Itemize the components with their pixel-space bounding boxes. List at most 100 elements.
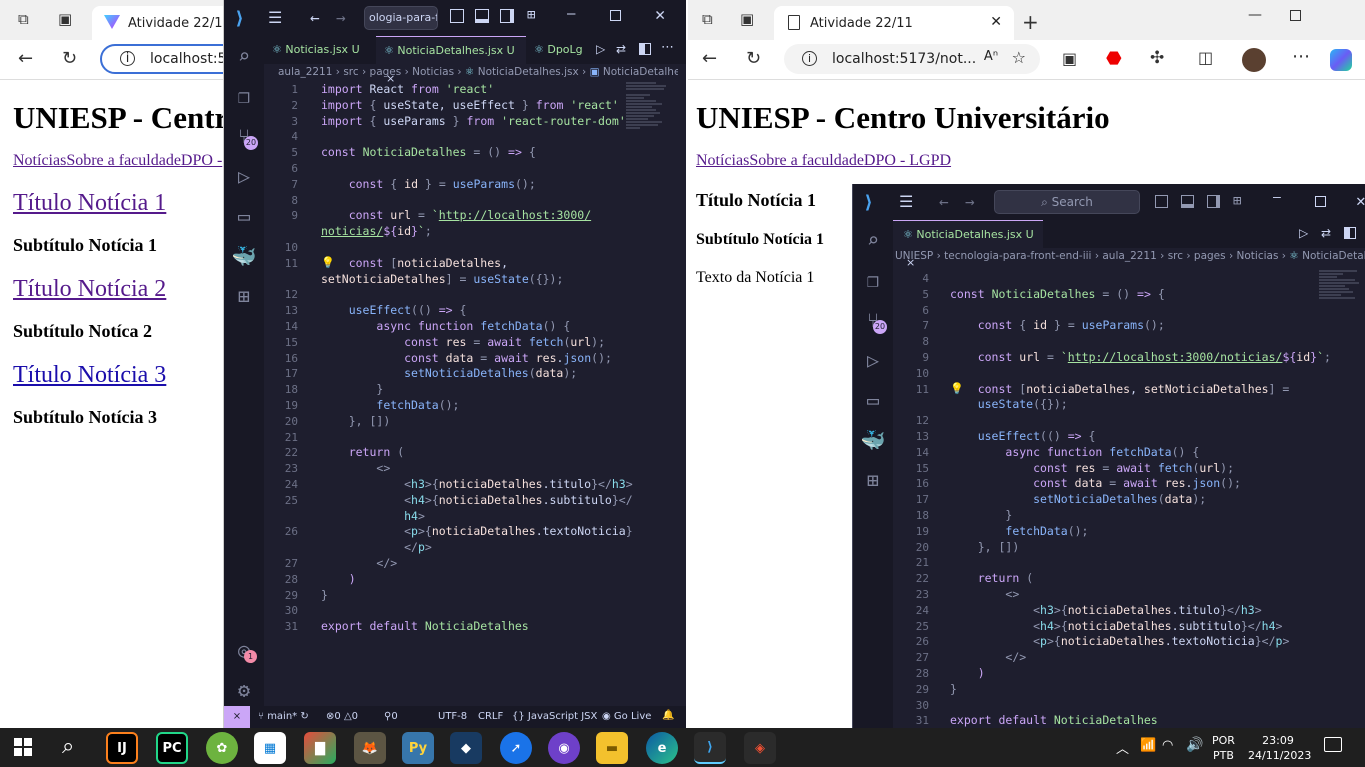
toggle-panel-icon[interactable] xyxy=(1181,195,1194,208)
extensions-icon[interactable]: ⊞ xyxy=(853,468,893,492)
left-news-title-2[interactable]: Título Notícia 2 xyxy=(13,276,223,303)
minimap[interactable] xyxy=(1319,270,1365,324)
microsoft-store-icon[interactable]: ▦ xyxy=(254,732,286,764)
git-kraken-icon[interactable]: ◈ xyxy=(744,732,776,764)
explorer-search-icon[interactable]: ⌕ xyxy=(853,228,893,252)
run-file-icon[interactable]: ▷ xyxy=(596,42,605,56)
close-window-icon[interactable]: ✕ xyxy=(1356,191,1365,210)
nav-forward-icon[interactable]: → xyxy=(965,192,975,211)
settings-gear-icon[interactable]: ⚙ xyxy=(224,678,264,702)
spring-icon[interactable]: ✿ xyxy=(206,732,238,764)
remote-explorer-icon[interactable]: ▭ xyxy=(224,204,264,228)
extensions-icon[interactable]: ⊞ xyxy=(224,284,264,308)
command-search-field[interactable]: ologia-para-fro xyxy=(364,6,438,30)
speedtest-icon[interactable]: ➚ xyxy=(500,732,532,764)
minimize-icon[interactable]: — xyxy=(1273,190,1281,205)
breadcrumb-item[interactable]: NoticiaDetalhes.jsx xyxy=(478,66,579,78)
extensions-icon[interactable]: ✣ xyxy=(1150,50,1164,67)
breadcrumb-item[interactable]: pages xyxy=(370,66,402,78)
intellij-icon[interactable]: IJ xyxy=(106,732,138,764)
toggle-panel-icon[interactable] xyxy=(475,9,489,23)
left-nav-links[interactable]: NotíciasSobre a faculdadeDPO - xyxy=(13,152,223,170)
edge-icon[interactable]: e xyxy=(646,732,678,764)
breadcrumb-item[interactable]: UNIESP xyxy=(895,250,933,262)
right-nav-links[interactable]: NotíciasSobre a faculdadeDPO - LGPD xyxy=(696,152,1356,170)
right-browser-tab[interactable]: Atividade 22/11 ✕ xyxy=(774,6,1014,40)
notifications-icon[interactable] xyxy=(1324,737,1342,752)
breadcrumb-item[interactable]: tecnologia-para-front-end-iii xyxy=(944,250,1091,262)
layout-icon[interactable]: ⊞ xyxy=(527,7,535,23)
run-file-icon[interactable]: ▷ xyxy=(1299,226,1308,240)
gimp-icon[interactable]: 🦊 xyxy=(354,732,386,764)
breadcrumb-item[interactable]: aula_2211 xyxy=(1102,250,1156,262)
nav-back-icon[interactable]: ← xyxy=(310,8,320,27)
search-icon[interactable]: ⌕ xyxy=(62,734,74,759)
vscode-left-editor[interactable]: 1 2 3 4 5 6 7 8 9 10 11 12 13 14 15 16 17 18 19 20 21 22 23 24 2… xyxy=(264,82,686,706)
clock[interactable]: 23:09 24/11/2023 xyxy=(1248,733,1311,763)
maximize-icon[interactable] xyxy=(1315,196,1326,207)
vscode-taskbar-icon[interactable]: ⟩ xyxy=(694,732,726,764)
eol-status[interactable]: CRLF xyxy=(478,711,503,722)
breadcrumb-item[interactable]: Noticias xyxy=(412,66,454,78)
minimize-icon[interactable]: — xyxy=(567,6,575,22)
office-icon[interactable]: ▇ xyxy=(304,732,336,764)
files-icon[interactable]: ❐ xyxy=(224,84,264,108)
read-aloud-icon[interactable]: Aⁿ xyxy=(984,49,998,64)
remote-explorer-icon[interactable]: ▭ xyxy=(853,388,893,412)
compare-changes-icon[interactable]: ⇄ xyxy=(616,42,626,56)
input-language[interactable]: POR PTB xyxy=(1212,733,1235,763)
tab-noticia-detalhes[interactable]: ⚛ NoticiaDetalhes.jsx U × xyxy=(376,36,526,85)
extension-game-icon[interactable]: ▣ xyxy=(1062,51,1077,67)
toggle-secondary-icon[interactable] xyxy=(500,9,514,23)
favorite-star-icon[interactable]: ☆ xyxy=(1012,48,1026,67)
nav-back-icon[interactable]: ← xyxy=(939,192,949,211)
toggle-secondary-icon[interactable] xyxy=(1207,195,1220,208)
breadcrumb-item[interactable]: aula_2211 xyxy=(278,66,332,78)
left-news-title-3[interactable]: Título Notícia 3 xyxy=(13,362,223,389)
docker-icon[interactable]: 🐳 xyxy=(853,428,893,452)
show-hidden-icons-icon[interactable]: ︿ xyxy=(1116,738,1129,757)
toggle-sidebar-icon[interactable] xyxy=(450,9,464,23)
toggle-sidebar-icon[interactable] xyxy=(1155,195,1168,208)
refresh-icon[interactable]: ↻ xyxy=(746,50,761,68)
tab-close-icon[interactable]: ✕ xyxy=(990,14,1002,30)
left-url-field[interactable]: i localhost:51 xyxy=(100,44,223,74)
run-debug-icon[interactable]: ▷ xyxy=(853,348,893,372)
volume-icon[interactable]: 🔊 xyxy=(1186,737,1203,753)
profile-avatar[interactable] xyxy=(1242,48,1266,72)
minimap[interactable] xyxy=(626,82,676,152)
network-icon[interactable]: 📶 xyxy=(1140,738,1156,753)
back-icon[interactable]: ← xyxy=(702,50,717,68)
docker-icon[interactable]: 🐳 xyxy=(224,244,264,268)
encoding-status[interactable]: UTF-8 xyxy=(438,711,467,722)
python-icon[interactable]: Py xyxy=(402,732,434,764)
menu-icon[interactable]: ☰ xyxy=(899,192,913,211)
more-actions-icon[interactable]: ⋯ xyxy=(661,40,674,55)
more-menu-icon[interactable]: ⋯ xyxy=(1292,48,1310,66)
new-tab-icon[interactable]: + xyxy=(1022,12,1039,32)
explorer-search-icon[interactable]: ⌕ xyxy=(224,44,264,68)
compare-changes-icon[interactable]: ⇄ xyxy=(1321,226,1331,240)
copilot-icon[interactable] xyxy=(1330,49,1352,71)
tab-actions-icon[interactable]: ▣ xyxy=(58,12,72,27)
restore-icon[interactable] xyxy=(1290,10,1301,21)
golive-status[interactable]: ◉ Go Live xyxy=(602,711,651,722)
command-search-field[interactable]: ⌕ Search xyxy=(994,190,1140,214)
split-editor-icon[interactable] xyxy=(1344,227,1356,239)
file-explorer-icon[interactable]: ▬ xyxy=(596,732,628,764)
refresh-icon[interactable]: ↻ xyxy=(62,50,77,68)
split-editor-icon[interactable] xyxy=(639,43,651,55)
start-windows-icon[interactable] xyxy=(14,738,32,756)
tab-dpolg[interactable]: ⚛ DpoLg xyxy=(526,36,592,64)
adblock-icon[interactable]: ⬣ xyxy=(1106,50,1122,68)
breadcrumb-item[interactable]: NoticiaDetalhes xyxy=(1302,250,1365,262)
language-status[interactable]: {} JavaScript JSX xyxy=(512,711,597,722)
minimize-icon[interactable]: — xyxy=(1248,8,1262,22)
workspaces-icon[interactable]: ⧉ xyxy=(18,12,29,27)
ports-status[interactable]: ⚲0 xyxy=(384,711,398,722)
notifications-bell-icon[interactable]: 🔔 xyxy=(662,710,674,721)
menu-icon[interactable]: ☰ xyxy=(268,8,282,27)
left-news-title-1[interactable]: Título Notícia 1 xyxy=(13,190,223,217)
split-screen-icon[interactable]: ◫ xyxy=(1198,50,1213,66)
breadcrumb-item[interactable]: src xyxy=(1168,250,1183,262)
